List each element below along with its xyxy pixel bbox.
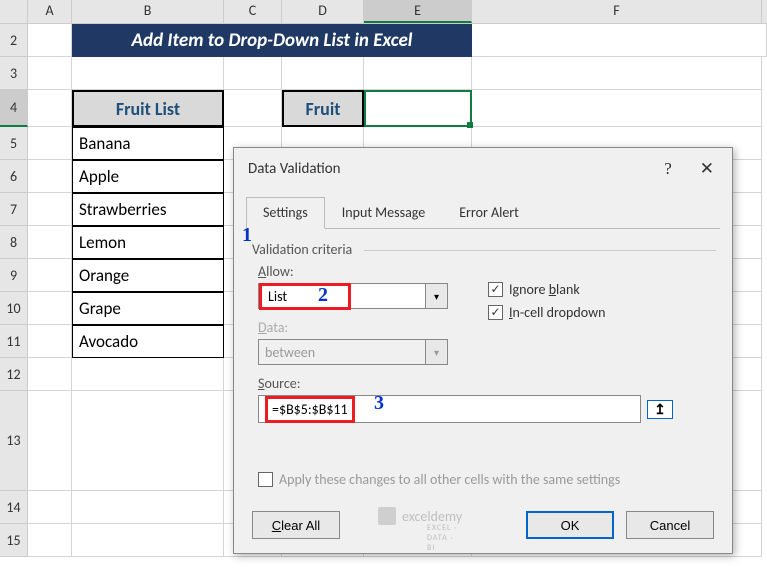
- column-headers: A B C D E F: [0, 0, 767, 24]
- data-select: between ▾: [258, 339, 448, 365]
- row-13[interactable]: 13: [0, 391, 28, 491]
- check-icon: ✓: [488, 305, 503, 320]
- annotation-3: 3: [374, 392, 384, 415]
- list-item[interactable]: Apple: [72, 160, 224, 193]
- list-item[interactable]: Lemon: [72, 226, 224, 259]
- tab-input-message[interactable]: Input Message: [325, 197, 442, 228]
- annotation-2: 2: [318, 284, 328, 307]
- col-E[interactable]: E: [364, 0, 472, 23]
- list-item[interactable]: Orange: [72, 259, 224, 292]
- row-2[interactable]: 2: [0, 24, 28, 57]
- header-fruit[interactable]: Fruit: [282, 90, 364, 127]
- row-15[interactable]: 15: [0, 524, 28, 557]
- ok-button[interactable]: OK: [526, 511, 614, 539]
- tab-settings[interactable]: Settings: [246, 197, 325, 229]
- cancel-button[interactable]: Cancel: [626, 511, 714, 539]
- tab-error-alert[interactable]: Error Alert: [442, 197, 536, 228]
- allow-select[interactable]: List ▾: [258, 283, 448, 309]
- chevron-down-icon[interactable]: ▾: [425, 284, 447, 308]
- dialog-titlebar[interactable]: Data Validation ? ✕: [234, 148, 732, 189]
- incell-dropdown-checkbox[interactable]: ✓ In-cell dropdown: [488, 304, 605, 321]
- source-input[interactable]: =$B$5:$B$11: [258, 395, 641, 423]
- row-5[interactable]: 5: [0, 127, 28, 160]
- list-item[interactable]: Grape: [72, 292, 224, 325]
- row-4[interactable]: 4: [0, 90, 28, 127]
- apply-all-checkbox: Apply these changes to all other cells w…: [258, 471, 708, 488]
- help-button[interactable]: ?: [664, 159, 672, 179]
- col-B[interactable]: B: [72, 0, 224, 23]
- col-A[interactable]: A: [28, 0, 72, 23]
- corner-cell[interactable]: [0, 0, 28, 23]
- chevron-down-icon: ▾: [425, 340, 447, 364]
- ignore-blank-checkbox[interactable]: ✓ Ignore blank: [488, 281, 605, 298]
- dialog-tabs: Settings Input Message Error Alert: [246, 197, 720, 229]
- annotation-1: 1: [242, 224, 252, 247]
- row-7[interactable]: 7: [0, 193, 28, 226]
- row-8[interactable]: 8: [0, 226, 28, 259]
- data-value: between: [259, 344, 425, 361]
- list-item[interactable]: Avocado: [72, 325, 224, 358]
- dialog-title-text: Data Validation: [248, 160, 341, 178]
- col-C[interactable]: C: [224, 0, 282, 23]
- check-icon: ✓: [488, 282, 503, 297]
- list-item[interactable]: Strawberries: [72, 193, 224, 226]
- watermark-icon: [378, 507, 396, 525]
- data-label: Data:: [258, 319, 448, 336]
- row-12[interactable]: 12: [0, 358, 28, 391]
- row-9[interactable]: 9: [0, 259, 28, 292]
- row-3[interactable]: 3: [0, 57, 28, 90]
- clear-all-button[interactable]: Clear All: [252, 511, 340, 539]
- checkbox-icon: [258, 472, 273, 487]
- col-F[interactable]: F: [472, 0, 762, 23]
- source-value: =$B$5:$B$11: [265, 396, 355, 423]
- selected-cell-E4[interactable]: [364, 90, 472, 127]
- col-D[interactable]: D: [282, 0, 364, 23]
- close-button[interactable]: ✕: [696, 158, 718, 179]
- list-item[interactable]: Banana: [72, 127, 224, 160]
- row-14[interactable]: 14: [0, 491, 28, 524]
- source-label: Source:: [258, 375, 708, 392]
- allow-value: List: [259, 283, 351, 310]
- collapse-icon: ↥: [654, 401, 666, 418]
- data-validation-dialog: Data Validation ? ✕ Settings Input Messa…: [233, 147, 733, 554]
- title-banner: Add Item to Drop-Down List in Excel: [72, 24, 472, 57]
- row-6[interactable]: 6: [0, 160, 28, 193]
- allow-label: Allow:: [258, 263, 448, 280]
- header-fruit-list[interactable]: Fruit List: [72, 90, 224, 127]
- row-11[interactable]: 11: [0, 325, 28, 358]
- watermark: exceldemy EXCEL · DATA · BI: [378, 507, 462, 525]
- range-picker-button[interactable]: ↥: [647, 400, 673, 419]
- row-10[interactable]: 10: [0, 292, 28, 325]
